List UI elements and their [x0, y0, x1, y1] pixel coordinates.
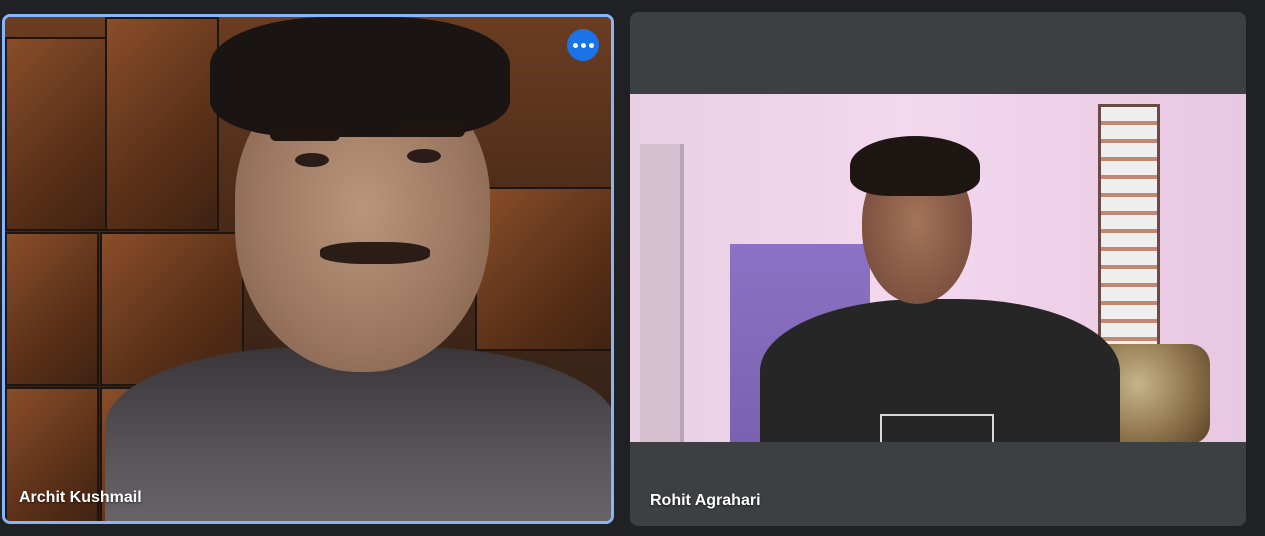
eye [407, 149, 441, 163]
room-window [1098, 104, 1160, 360]
wood-panel [5, 232, 99, 386]
person-hair [210, 17, 510, 137]
participant-tile-rohit[interactable]: Rohit Agrahari [630, 12, 1246, 526]
wood-panel [5, 37, 109, 231]
eye [295, 153, 329, 167]
more-options-icon-dot [588, 42, 594, 48]
participant-tile-archit[interactable]: Archit Kushmail [2, 14, 614, 524]
person-shirt [105, 347, 611, 521]
more-options-button[interactable] [567, 29, 599, 61]
participant-video [630, 94, 1246, 442]
room-door [640, 144, 684, 442]
video-grid: Archit Kushmail Rohit Agrahari [0, 0, 1265, 536]
more-options-icon-dot [580, 42, 586, 48]
eyebrow [395, 125, 465, 137]
more-options-icon [572, 42, 578, 48]
participant-video [5, 17, 611, 521]
wood-panel [475, 187, 611, 351]
mustache [320, 242, 430, 264]
participant-name: Rohit Agrahari [650, 492, 761, 509]
wood-panel [105, 17, 219, 231]
person-hair [850, 136, 980, 196]
shirt-print [880, 414, 994, 442]
participant-name: Archit Kushmail [19, 489, 142, 506]
eyebrow [270, 129, 340, 141]
